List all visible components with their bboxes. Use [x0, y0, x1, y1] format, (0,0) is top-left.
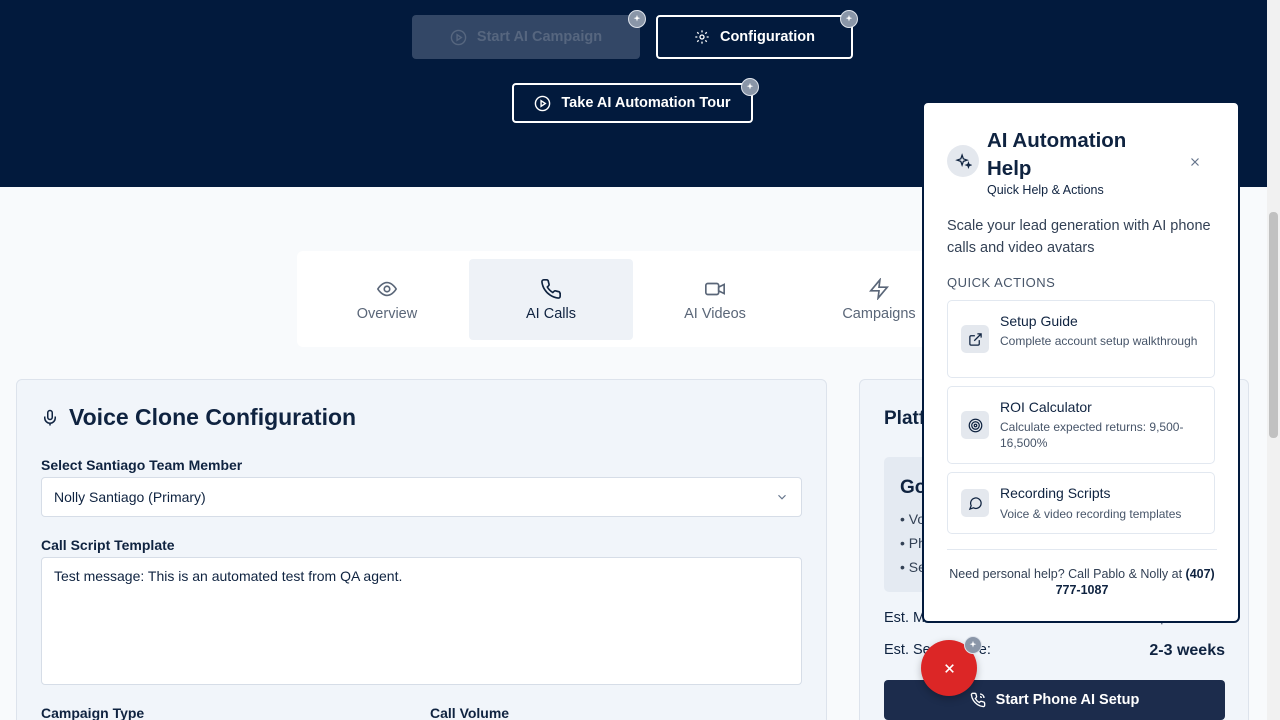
- est-cost-label: Est. M: [884, 610, 926, 626]
- quick-action-roi-calculator[interactable]: ROI Calculator Calculate expected return…: [947, 386, 1215, 464]
- help-divider: [947, 549, 1217, 550]
- call-script-label: Call Script Template: [41, 537, 175, 553]
- phone-icon: [541, 278, 561, 299]
- message-circle-icon: [961, 489, 989, 517]
- sparkle-badge-icon: [628, 10, 646, 28]
- start-ai-campaign-button[interactable]: Start AI Campaign: [412, 15, 640, 59]
- platform-title: Platf: [884, 408, 926, 429]
- quick-action-title: ROI Calculator: [1000, 399, 1092, 415]
- feature-tabs: Overview AI Calls AI Videos Campaigns: [297, 251, 997, 347]
- call-script-textarea[interactable]: Test message: This is an automated test …: [41, 557, 802, 685]
- call-volume-label: Call Volume: [430, 705, 510, 720]
- play-circle-icon: [535, 95, 551, 111]
- start-phone-ai-label: Start Phone AI Setup: [995, 692, 1140, 708]
- team-member-label: Select Santiago Team Member: [41, 457, 243, 473]
- tab-overview[interactable]: Overview: [305, 259, 469, 340]
- video-icon: [705, 282, 725, 295]
- zap-icon: [868, 277, 890, 300]
- configuration-label: Configuration: [719, 29, 816, 45]
- quick-action-title: Recording Scripts: [1000, 485, 1111, 501]
- tab-label: AI Calls: [526, 305, 576, 322]
- microphone-icon: [44, 409, 56, 425]
- ai-automation-help-panel: AI Automation Help Quick Help & Actions …: [922, 101, 1240, 623]
- call-script-value: Test message: This is an automated test …: [54, 568, 403, 584]
- help-footer-text: Need personal help? Call Pablo & Nolly a…: [949, 567, 1186, 581]
- campaign-type-label: Campaign Type: [41, 705, 145, 720]
- quick-action-desc: Calculate expected returns: 9,500-16,500…: [1000, 420, 1184, 450]
- scrollbar-thumb[interactable]: [1269, 212, 1278, 438]
- start-ai-campaign-label: Start AI Campaign: [476, 29, 603, 45]
- voice-clone-title-text: Voice Clone Configuration: [69, 404, 357, 430]
- chevron-down-icon: [778, 494, 786, 500]
- team-member-value: Nolly Santiago (Primary): [54, 489, 206, 505]
- take-ai-automation-tour-button[interactable]: Take AI Automation Tour: [512, 83, 753, 123]
- quick-action-title: Setup Guide: [1000, 313, 1078, 329]
- gear-icon: [695, 30, 709, 44]
- quick-action-desc: Complete account setup walkthrough: [1000, 334, 1198, 348]
- quick-action-recording-scripts[interactable]: Recording Scripts Voice & video recordin…: [947, 472, 1215, 534]
- quick-action-setup-guide[interactable]: Setup Guide Complete account setup walkt…: [947, 300, 1215, 378]
- tab-label: Overview: [356, 305, 418, 322]
- sparkles-icon: [947, 145, 979, 177]
- sparkle-badge-icon: [964, 636, 982, 654]
- configuration-button[interactable]: Configuration: [656, 15, 853, 59]
- est-setup-value: 2-3 weeks: [1149, 642, 1225, 659]
- external-link-icon: [961, 325, 989, 353]
- eye-icon: [376, 281, 398, 296]
- help-title: AI Automation Help: [987, 129, 1127, 180]
- voice-clone-card: Voice Clone Configuration Select Santiag…: [16, 379, 827, 720]
- tab-label: Campaigns: [842, 305, 916, 322]
- help-footer: Need personal help? Call Pablo & Nolly a…: [947, 566, 1217, 598]
- close-icon[interactable]: [1186, 153, 1204, 171]
- sparkle-badge-icon: [840, 10, 858, 28]
- tour-label: Take AI Automation Tour: [561, 95, 731, 111]
- quick-actions-heading: QUICK ACTIONS: [947, 275, 1056, 290]
- tab-ai-videos[interactable]: AI Videos: [633, 259, 797, 340]
- quick-action-desc: Voice & video recording templates: [1000, 507, 1182, 521]
- help-description: Scale your lead generation with AI phone…: [947, 218, 1211, 256]
- close-icon: [944, 663, 954, 673]
- team-member-select[interactable]: Nolly Santiago (Primary): [41, 477, 802, 517]
- tab-ai-calls[interactable]: AI Calls: [469, 259, 633, 340]
- target-icon: [961, 411, 989, 439]
- sparkle-badge-icon: [741, 78, 759, 96]
- phone-call-icon: [970, 692, 985, 708]
- help-subtitle: Quick Help & Actions: [987, 183, 1104, 197]
- voice-clone-title: Voice Clone Configuration: [41, 404, 356, 431]
- tab-label: AI Videos: [684, 305, 746, 322]
- play-circle-icon: [450, 29, 467, 45]
